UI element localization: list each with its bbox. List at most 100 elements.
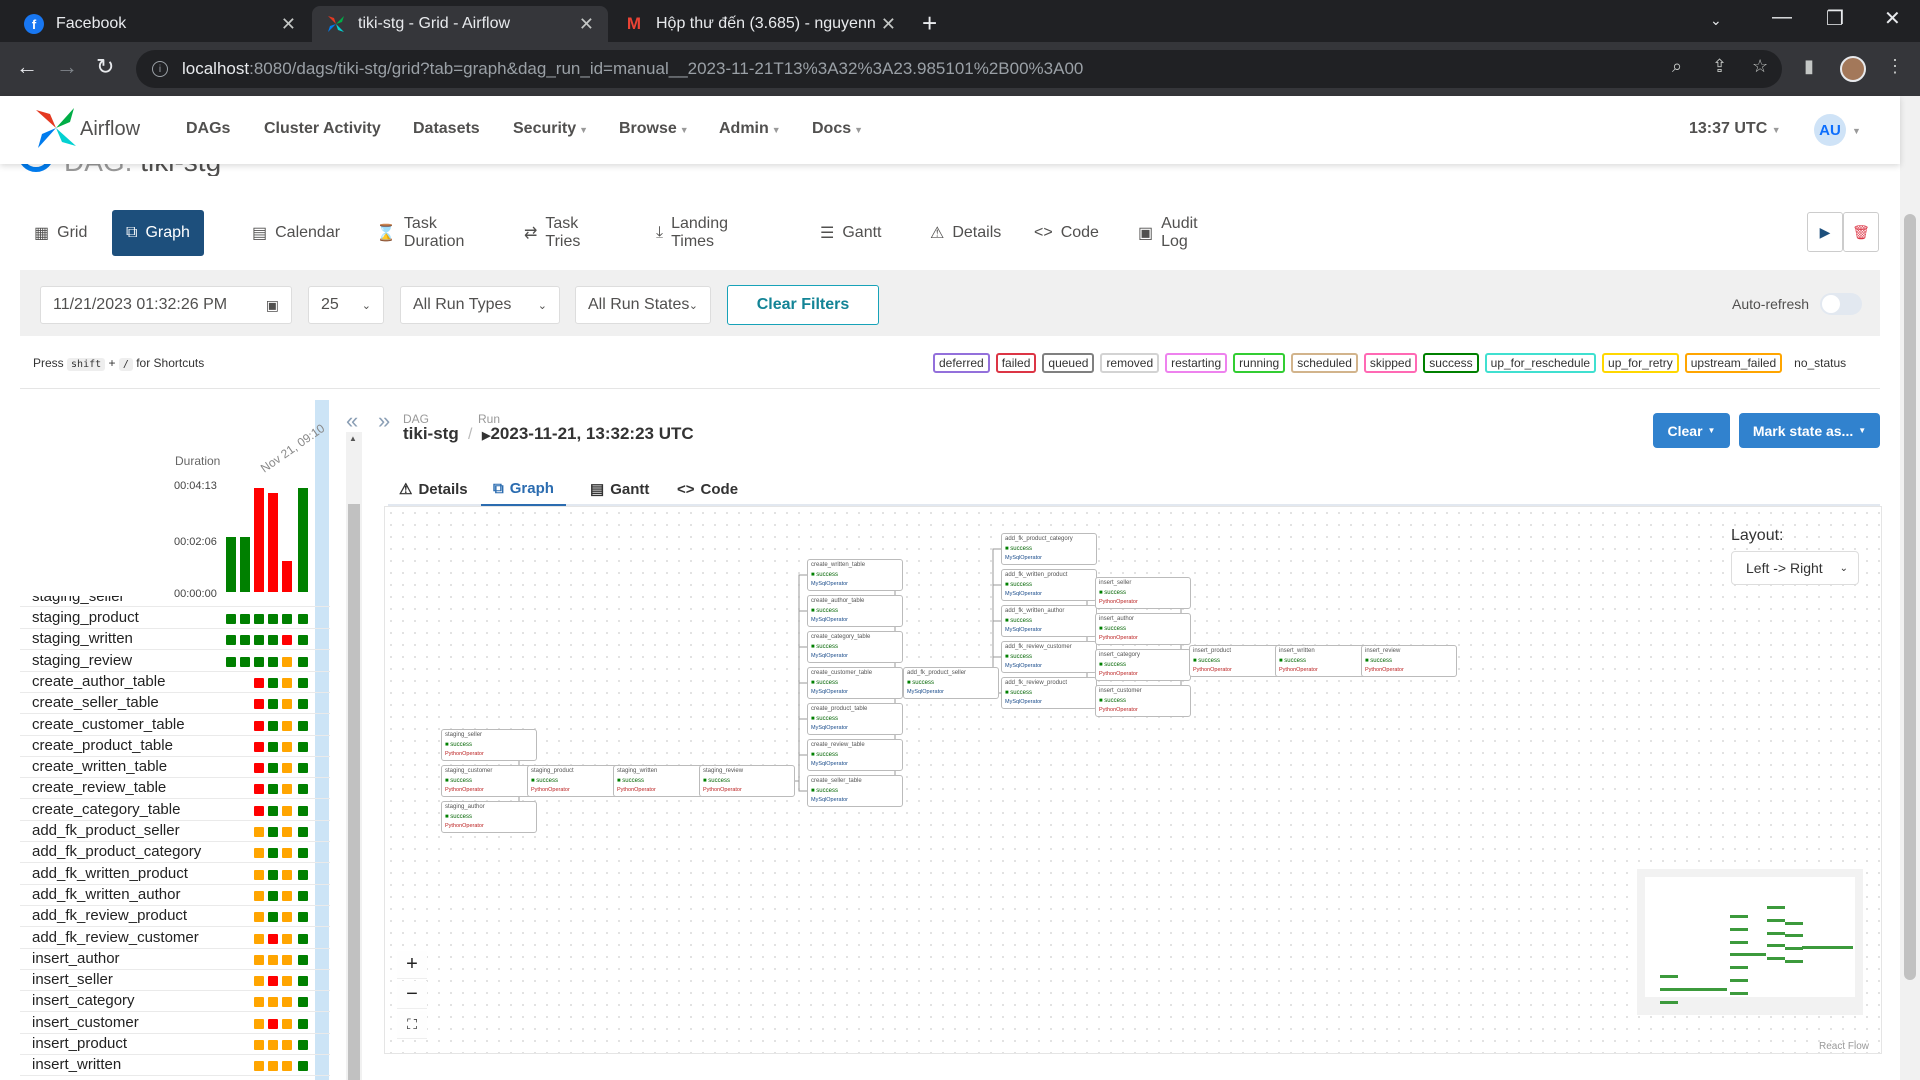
close-tab-icon[interactable]: ✕ [281,14,296,35]
airflow-logo-icon[interactable] [34,106,78,150]
task-instance-upstream-failed[interactable] [254,870,264,880]
task-instance-upstream-failed[interactable] [282,870,292,880]
legend-running[interactable]: running [1233,353,1286,373]
task-instance-success[interactable] [268,678,278,688]
new-tab-icon[interactable]: + [922,8,937,39]
brand-name[interactable]: Airflow [80,118,140,141]
task-instance-failed[interactable] [254,699,264,709]
task-instance-success[interactable] [268,763,278,773]
task-instance-success[interactable] [268,870,278,880]
task-row[interactable]: staging_written [20,629,330,650]
task-instance-upstream-failed[interactable] [282,891,292,901]
task-instance-upstream-failed[interactable] [268,997,278,1007]
task-row[interactable]: add_fk_review_customer [20,928,330,949]
browser-tab-facebook[interactable]: f Facebook ✕ [10,6,310,42]
task-instance-success[interactable] [298,934,308,944]
task-instance-failed[interactable] [254,721,264,731]
duration-bar[interactable] [298,488,308,592]
task-instance-success[interactable] [268,721,278,731]
scroll-up-icon[interactable]: ▲ [349,434,357,443]
graph-node[interactable]: add_fk_product_categorysuccess MySqlOpera… [1001,533,1097,565]
maximize-icon[interactable]: ❐ [1826,6,1844,31]
task-instance-failed[interactable] [254,784,264,794]
task-instance-upstream-failed[interactable] [282,1040,292,1050]
graph-node[interactable]: insert_categorysuccess PythonOperator [1095,649,1191,681]
zoom-icon[interactable]: ⌕ [1672,56,1682,77]
task-row[interactable]: add_fk_written_product [20,864,330,885]
task-instance-success[interactable] [268,657,278,667]
forward-icon[interactable]: → [56,54,78,80]
legend-up-for-retry[interactable]: up_for_retry [1602,353,1679,373]
details-tab-gantt[interactable]: ▤ Gantt [590,472,649,506]
task-instance-success[interactable] [226,614,236,624]
task-instance-success[interactable] [268,784,278,794]
task-instance-upstream-failed[interactable] [254,1019,264,1029]
task-instance-failed[interactable] [254,763,264,773]
base-date-input[interactable]: 11/21/2023 01:32:26 PM ▣ [40,286,292,324]
task-row[interactable]: staging_seller [20,596,330,607]
task-instance-upstream-failed[interactable] [254,1040,264,1050]
legend-success[interactable]: success [1423,353,1479,373]
task-instance-success[interactable] [268,699,278,709]
legend-up-for-reschedule[interactable]: up_for_reschedule [1484,353,1597,373]
nav-admin[interactable]: Admin ▼ [719,120,781,138]
close-tab-icon[interactable]: ✕ [881,14,896,35]
task-instance-success[interactable] [298,827,308,837]
tab-grid[interactable]: ▦ Grid [20,210,101,256]
run-type-select[interactable]: All Run Types ⌄ [400,286,560,324]
task-row[interactable]: add_fk_product_seller [20,821,330,842]
tab-gantt[interactable]: ☰ Gantt [806,210,895,256]
mark-state-button[interactable]: Mark state as... ▼ [1739,413,1880,448]
task-instance-success[interactable] [298,763,308,773]
task-instance-success[interactable] [268,891,278,901]
task-instance-success[interactable] [282,614,292,624]
task-instance-success[interactable] [298,657,308,667]
nav-cluster-activity[interactable]: Cluster Activity [264,120,381,138]
task-instance-success[interactable] [298,848,308,858]
close-tab-icon[interactable]: ✕ [579,14,594,35]
task-instance-upstream-failed[interactable] [282,827,292,837]
duration-bar[interactable] [282,561,292,592]
graph-node[interactable]: staging_authorsuccess PythonOperator [441,801,537,833]
task-instance-upstream-failed[interactable] [254,976,264,986]
task-instance-success[interactable] [268,742,278,752]
nav-docs[interactable]: Docs ▼ [812,120,863,138]
task-instance-success[interactable] [298,806,308,816]
task-instance-failed[interactable] [282,635,292,645]
legend-restarting[interactable]: restarting [1165,353,1228,373]
duration-bar[interactable] [268,493,278,592]
task-instance-failed[interactable] [254,678,264,688]
nav-dags[interactable]: DAGs [186,120,230,138]
task-instance-failed[interactable] [254,806,264,816]
task-instance-success[interactable] [226,635,236,645]
breadcrumb-run[interactable]: ▶2023-11-21, 13:32:23 UTC [482,424,694,444]
grid-scrollbar[interactable]: ▲ [346,432,362,1080]
task-instance-upstream-failed[interactable] [254,827,264,837]
task-instance-upstream-failed[interactable] [282,997,292,1007]
graph-node[interactable]: insert_sellersuccess PythonOperator [1095,577,1191,609]
react-flow-attribution[interactable]: React Flow [1819,1041,1869,1052]
nav-browse[interactable]: Browse ▼ [619,120,689,138]
task-instance-upstream-failed[interactable] [254,955,264,965]
task-row[interactable]: create_customer_table [20,715,330,736]
graph-node[interactable]: create_category_tablesuccess MySqlOperato… [807,631,903,663]
task-instance-upstream-failed[interactable] [282,806,292,816]
legend-deferred[interactable]: deferred [933,353,990,373]
task-instance-success[interactable] [298,742,308,752]
graph-node[interactable]: add_fk_written_productsuccess MySqlOperat… [1001,569,1097,601]
task-row[interactable]: create_seller_table [20,693,330,714]
graph-node[interactable]: add_fk_product_sellersuccess MySqlOperato… [903,667,999,699]
collapse-grid-icon[interactable]: « [346,408,358,434]
task-instance-success[interactable] [268,806,278,816]
task-instance-success[interactable] [240,657,250,667]
task-instance-success[interactable] [240,614,250,624]
trigger-dag-button[interactable]: ▶ [1807,212,1843,252]
site-info-icon[interactable]: i [152,61,168,77]
graph-node[interactable]: staging_writtensuccess PythonOperator [613,765,709,797]
num-runs-select[interactable]: 25 ⌄ [308,286,384,324]
graph-node[interactable]: staging_productsuccess PythonOperator [527,765,623,797]
task-instance-failed[interactable] [268,934,278,944]
task-instance-success[interactable] [298,635,308,645]
browser-tab-gmail[interactable]: M Hộp thư đến (3.685) - nguyenng ✕ [610,6,910,42]
delete-dag-button[interactable]: 🗑 [1843,212,1879,252]
